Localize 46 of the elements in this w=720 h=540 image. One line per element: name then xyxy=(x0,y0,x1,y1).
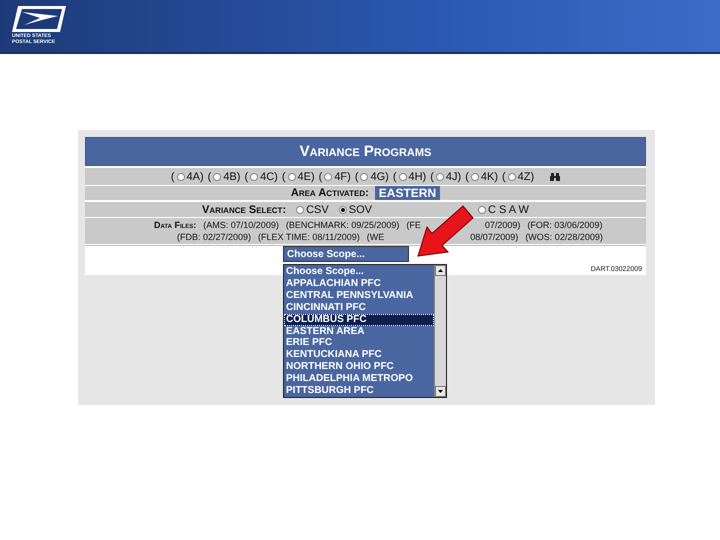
program-radio[interactable]: ( 4F) xyxy=(318,170,351,182)
data-file-date: (FDB: 02/27/2009) xyxy=(177,232,252,242)
scope-option[interactable]: APPALACHIAN PFC xyxy=(284,278,434,290)
scope-option[interactable]: ERIE PFC xyxy=(284,337,434,350)
program-radio[interactable]: ( 4C) xyxy=(244,170,278,182)
scroll-down-icon[interactable] xyxy=(438,390,443,393)
data-file-date: (WE xyxy=(366,232,384,242)
eagle-logo-icon xyxy=(12,6,66,32)
scope-option[interactable]: PHILADELPHIA METROPO xyxy=(284,373,434,386)
data-file-date: 08/07/2009) xyxy=(470,232,518,242)
variance-select-label: Variance Select: xyxy=(202,204,286,216)
data-file-date: (BENCHMARK: 09/25/2009) xyxy=(286,220,400,230)
variance-radio[interactable]: CSV xyxy=(296,204,329,216)
data-file-date: (FOR: 03/06/2009) xyxy=(527,220,602,230)
scope-option[interactable]: PITTSBURGH PFC xyxy=(284,385,434,397)
program-radio[interactable]: ( 4J) xyxy=(430,170,462,182)
area-value: EASTERN xyxy=(374,186,440,200)
scope-option[interactable]: CINCINNATI PFC xyxy=(284,302,434,314)
variance-radio[interactable]: SOV xyxy=(338,204,372,216)
scrollbar[interactable] xyxy=(434,265,446,397)
data-file-date: (WOS: 02/28/2009) xyxy=(525,232,603,242)
panel-title: Variance Programs xyxy=(85,137,646,166)
data-file-date: (AMS: 07/10/2009) xyxy=(203,220,279,230)
scope-option[interactable]: CENTRAL PENNSYLVANIA xyxy=(284,290,434,302)
scope-option[interactable]: NORTHERN OHIO PFC xyxy=(284,361,434,374)
data-file-date: (FLEX TIME: 08/11/2009) xyxy=(258,232,360,242)
scope-option[interactable]: KENTUCKIANA PFC xyxy=(284,349,434,362)
scope-option[interactable]: COLUMBUS PFC xyxy=(284,314,434,326)
data-files-label: Data Files: xyxy=(154,220,196,230)
scroll-up-icon[interactable] xyxy=(438,269,443,272)
program-radio[interactable]: ( 4K) xyxy=(465,170,498,182)
scope-option[interactable]: Choose Scope... xyxy=(284,266,434,278)
scope-select[interactable]: Choose Scope... xyxy=(283,246,409,262)
program-radio[interactable]: ( 4E) xyxy=(282,170,315,182)
program-radio[interactable]: ( 4G) xyxy=(354,170,389,182)
scope-listbox[interactable]: Choose Scope... APPALACHIAN PFC CENTRAL PENNSYLVANIA CINCINNATI PFC COLUMBUS PFC EASTERN AREA ERIE PFC KENTUCKIANA PFC NORTHERN OHIO PFC PHILADELPHIA METROPO PITTSBURGH PFC xyxy=(283,264,447,398)
program-radio[interactable]: ( 4Z) xyxy=(502,170,534,182)
binoculars-icon[interactable] xyxy=(550,172,560,180)
program-radio[interactable]: ( 4A) xyxy=(170,170,204,182)
program-radio[interactable]: ( 4B) xyxy=(208,170,240,182)
variance-radio[interactable]: C S A W xyxy=(478,204,529,216)
program-radio[interactable]: ( 4H) xyxy=(392,170,426,182)
scope-option[interactable]: EASTERN AREA xyxy=(284,326,434,338)
area-label: Area Activated: xyxy=(290,187,369,199)
data-file-date: 07/2009) xyxy=(484,220,520,230)
data-file-date: (FE xyxy=(406,220,421,230)
